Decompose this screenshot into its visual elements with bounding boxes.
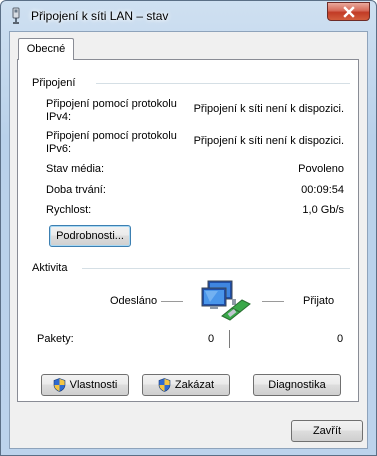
- packets-divider: [229, 330, 230, 348]
- packets-received-value: 0: [337, 333, 344, 345]
- sent-connector-line: [161, 301, 183, 302]
- uac-shield-icon: [158, 378, 171, 392]
- speed-value: 1,0 Gb/s: [302, 204, 344, 216]
- close-icon: [342, 5, 355, 18]
- duration-label: Doba trvání:: [46, 184, 106, 196]
- properties-button-label: Vlastnosti: [69, 379, 118, 391]
- properties-button[interactable]: Vlastnosti: [41, 374, 129, 396]
- close-window-button[interactable]: [327, 2, 370, 21]
- received-connector-line: [262, 301, 284, 302]
- ipv4-label-line1: Připojení pomocí protokolu: [46, 98, 177, 110]
- network-connection-icon: [12, 7, 20, 24]
- close-button[interactable]: Zavřít: [291, 420, 363, 442]
- packets-sent-value: 0: [208, 333, 215, 345]
- dialog-client-area: Obecné Připojení Připojení pomocí protok…: [9, 31, 368, 449]
- diagnose-button-label: Diagnostika: [268, 379, 326, 391]
- ipv4-value: Připojení k síti není k dispozici.: [193, 103, 344, 115]
- received-label: Přijato: [303, 295, 335, 307]
- details-button-label: Podrobnosti...: [56, 230, 124, 242]
- duration-value: 00:09:54: [301, 184, 344, 196]
- activity-group-label: Aktivita: [32, 262, 68, 274]
- ipv4-label-line2: IPv4:: [46, 111, 72, 123]
- ipv6-label-line2: IPv6:: [46, 143, 72, 155]
- connection-group-divider: [96, 83, 350, 84]
- tab-general[interactable]: Obecné: [18, 38, 74, 60]
- disable-button-label: Zakázat: [174, 379, 215, 391]
- details-button[interactable]: Podrobnosti...: [49, 225, 131, 247]
- tab-panel-general: Připojení Připojení pomocí protokolu IPv…: [17, 59, 359, 402]
- activity-group-divider: [82, 268, 350, 269]
- media-state-label: Stav média:: [46, 163, 105, 175]
- sent-label: Odesláno: [110, 295, 158, 307]
- connection-group-label: Připojení: [32, 77, 76, 89]
- packets-label: Pakety:: [37, 333, 74, 345]
- disable-button[interactable]: Zakázat: [142, 374, 230, 396]
- media-state-value: Povoleno: [298, 163, 344, 175]
- network-activity-icon: [201, 280, 251, 321]
- ipv6-label-line1: Připojení pomocí protokolu: [46, 130, 177, 142]
- speed-label: Rychlost:: [46, 204, 92, 216]
- ipv6-value: Připojení k síti není k dispozici.: [193, 135, 344, 147]
- ipv6-label: Připojení pomocí protokolu IPv6:: [46, 130, 177, 156]
- window-title: Připojení k síti LAN – stav: [31, 9, 169, 23]
- title-bar[interactable]: Připojení k síti LAN – stav: [1, 1, 376, 31]
- dialog-window: Připojení k síti LAN – stav Obecné Připo…: [0, 0, 377, 456]
- uac-shield-icon: [53, 378, 65, 392]
- ipv4-label: Připojení pomocí protokolu IPv4:: [46, 98, 177, 124]
- diagnose-button[interactable]: Diagnostika: [253, 374, 341, 396]
- close-button-label: Zavřít: [312, 425, 342, 437]
